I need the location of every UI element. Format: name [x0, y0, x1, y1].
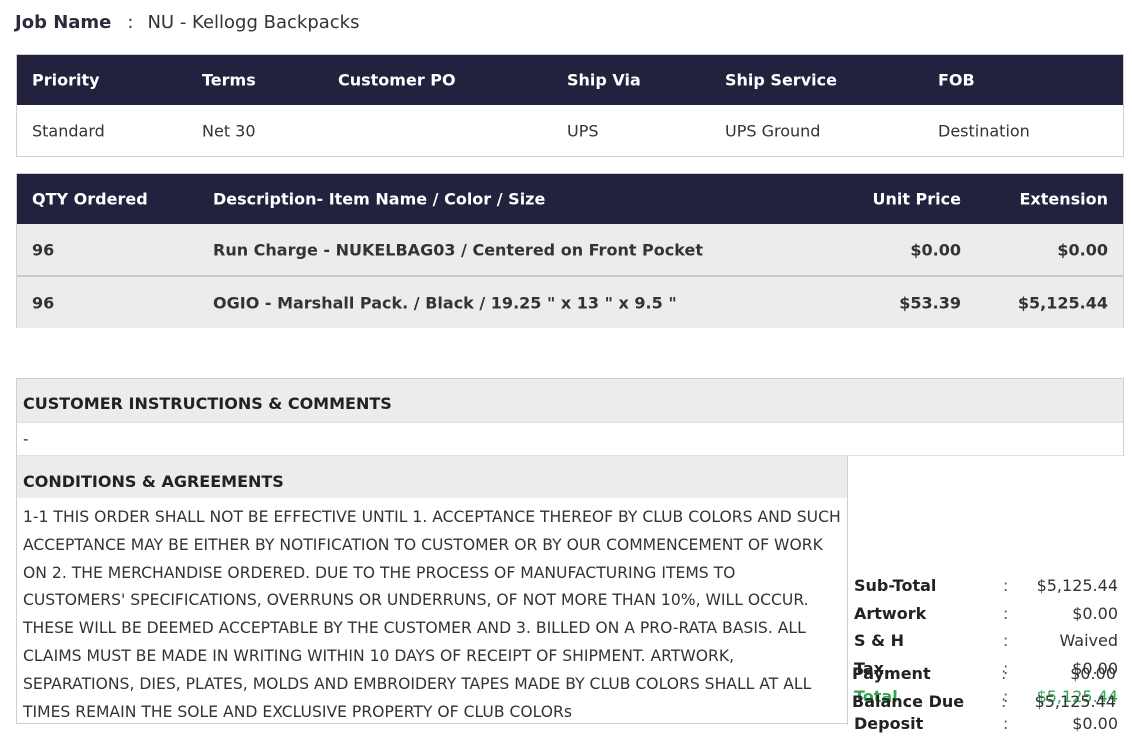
conditions-section: CONDITIONS & AGREEMENTS 1-1 THIS ORDER S…: [17, 456, 847, 725]
totals-lower-rows: Payment: $0.00 Balance Due: $5,125.44: [846, 664, 1123, 724]
payment-value: $0.00: [1070, 664, 1116, 683]
job-name-label: Job Name: [15, 12, 112, 33]
conditions-line: ON 2. THE MERCHANDISE ORDERED. DUE TO TH…: [23, 563, 736, 582]
job-name-value: NU - Kellogg Backpacks: [147, 12, 360, 33]
conditions-line: ACCEPTANCE MAY BE EITHER BY NOTIFICATION…: [23, 535, 823, 554]
table-row: 96 OGIO - Marshall Pack. / Black / 19.25…: [17, 275, 1123, 328]
shipping-handling-label: S & H: [854, 631, 905, 650]
shipping-handling-row: S & H: Waived: [848, 631, 1125, 659]
ship-via-header: Ship Via: [567, 70, 641, 90]
qty-header: QTY Ordered: [32, 189, 148, 209]
priority-header: Priority: [32, 70, 100, 90]
conditions-line: CLAIMS MUST BE MADE IN WRITING WITHIN 10…: [23, 646, 735, 665]
totals-separator: :: [1003, 631, 1009, 650]
ship-service-header: Ship Service: [725, 70, 837, 90]
description-cell: Run Charge - NUKELBAG03 / Centered on Fr…: [213, 240, 703, 259]
priority-value: Standard: [32, 121, 105, 140]
totals-separator: :: [1001, 664, 1007, 683]
extension-cell: $0.00: [1057, 240, 1108, 259]
terms-header: Terms: [202, 70, 256, 90]
qty-cell: 96: [32, 293, 55, 312]
unit-price-cell: $0.00: [910, 240, 961, 259]
unit-price-cell: $53.39: [899, 293, 961, 312]
customer-instructions-text: -: [17, 422, 1123, 456]
conditions-line: THESE WILL BE DEEMED ACCEPTABLE BY THE C…: [23, 619, 806, 638]
conditions-title: CONDITIONS & AGREEMENTS: [17, 456, 847, 498]
artwork-row: Artwork: $0.00: [848, 604, 1125, 632]
shipping-header-row: Priority Terms Customer PO Ship Via Ship…: [17, 55, 1123, 105]
shipping-values-row: Standard Net 30 UPS UPS Ground Destinati…: [17, 105, 1123, 156]
subtotal-row: Sub-Total: $5,125.44: [848, 576, 1125, 604]
terms-value: Net 30: [202, 121, 256, 140]
customer-instructions-title: CUSTOMER INSTRUCTIONS & COMMENTS: [17, 379, 1123, 422]
line-items-table: QTY Ordered Description- Item Name / Col…: [16, 173, 1124, 328]
subtotal-value: $5,125.44: [1036, 576, 1118, 595]
customer-po-header: Customer PO: [338, 70, 456, 90]
payment-row: Payment: $0.00: [846, 664, 1123, 692]
conditions-text: 1-1 THIS ORDER SHALL NOT BE EFFECTIVE UN…: [17, 498, 847, 726]
unit-price-header: Unit Price: [872, 189, 961, 209]
description-cell: OGIO - Marshall Pack. / Black / 19.25 " …: [213, 293, 677, 312]
conditions-line: 1-1 THIS ORDER SHALL NOT BE EFFECTIVE UN…: [23, 508, 841, 526]
ship-service-value: UPS Ground: [725, 121, 821, 140]
fob-value: Destination: [938, 121, 1030, 140]
shipping-table: Priority Terms Customer PO Ship Via Ship…: [16, 54, 1124, 157]
balance-due-row: Balance Due: $5,125.44: [846, 692, 1123, 720]
balance-due-label: Balance Due: [852, 692, 965, 711]
totals-separator: :: [1003, 604, 1009, 623]
artwork-label: Artwork: [854, 604, 927, 623]
extension-cell: $5,125.44: [1017, 293, 1108, 312]
subtotal-label: Sub-Total: [854, 576, 937, 595]
table-row: 96 Run Charge - NUKELBAG03 / Centered on…: [17, 224, 1123, 275]
balance-due-value: $5,125.44: [1034, 692, 1116, 711]
conditions-line: TIMES REMAIN THE SOLE AND EXCLUSIVE PROP…: [23, 702, 573, 721]
artwork-value: $0.00: [1072, 604, 1118, 623]
shipping-handling-value: Waived: [1059, 631, 1118, 650]
ship-via-value: UPS: [567, 121, 599, 140]
payment-label: Payment: [852, 664, 931, 683]
fob-header: FOB: [938, 70, 975, 90]
extension-header: Extension: [1019, 189, 1108, 209]
qty-cell: 96: [32, 240, 55, 259]
job-name-separator: :: [127, 12, 134, 33]
conditions-line: SEPARATIONS, DIES, PLATES, MOLDS AND EMB…: [23, 674, 812, 693]
job-name-line: Job Name: NU - Kellogg Backpacks: [15, 12, 359, 33]
line-items-header-row: QTY Ordered Description- Item Name / Col…: [17, 174, 1123, 224]
totals-separator: :: [1001, 692, 1007, 711]
description-header: Description- Item Name / Color / Size: [213, 189, 546, 209]
conditions-line: CUSTOMERS' SPECIFICATIONS, OVERRUNS OR U…: [23, 591, 809, 610]
totals-separator: :: [1003, 576, 1009, 595]
